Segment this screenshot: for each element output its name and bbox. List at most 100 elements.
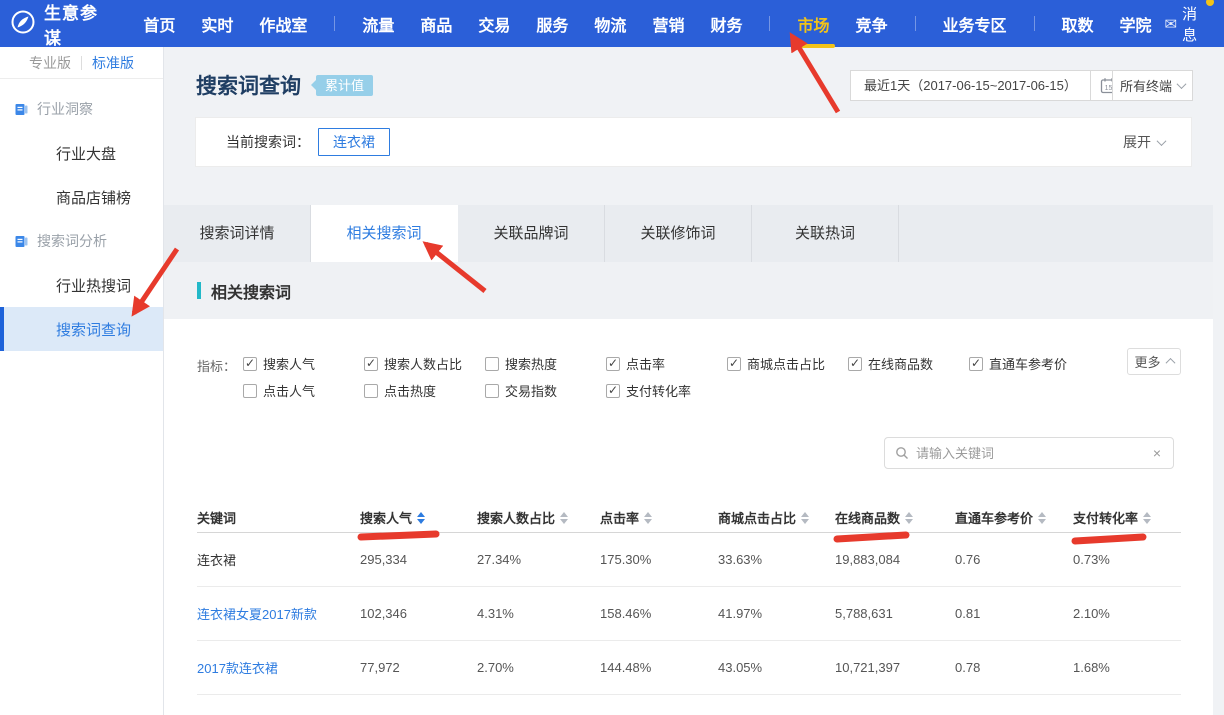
nav-item-service[interactable]: 服务 (536, 12, 568, 36)
tab-related-hot-words[interactable]: 关联热词 (752, 205, 899, 262)
keyword-cell: 连衣裙 (197, 550, 360, 569)
sidebar-item-industry-overview[interactable]: 行业大盘 (0, 131, 163, 175)
sidebar-item-product-shop-ranking[interactable]: 商品店铺榜 (0, 175, 163, 219)
column-label: 搜索人数占比 (477, 508, 555, 527)
nav-item-products[interactable]: 商品 (420, 12, 452, 36)
nav-item-marketing[interactable]: 营销 (652, 12, 684, 36)
table-row: 2017款连衣裙 77,972 2.70% 144.48% 43.05% 10,… (197, 641, 1181, 695)
tab-search-word-detail[interactable]: 搜索词详情 (164, 205, 311, 262)
tab-related-brand-words[interactable]: 关联品牌词 (458, 205, 605, 262)
metric-checkbox-search-heat[interactable]: 搜索热度 (485, 354, 606, 373)
checkbox-label: 商城点击占比 (747, 354, 825, 373)
active-nav-underline (791, 44, 835, 48)
more-button[interactable]: 更多 (1127, 348, 1181, 375)
sidebar-item-search-word-query[interactable]: 搜索词查询 (0, 307, 163, 351)
nav-item-business-zone[interactable]: 业务专区 (943, 12, 1007, 36)
compass-logo-icon (10, 9, 36, 38)
tab-related-search-words[interactable]: 相关搜索词 (311, 205, 458, 262)
sort-icon[interactable] (1038, 512, 1046, 524)
message-button[interactable]: ✉ 消息 (1165, 3, 1206, 45)
checkbox-label: 搜索热度 (505, 354, 557, 373)
metric-checkbox-ztc-reference-price[interactable]: 直通车参考价 (969, 354, 1090, 373)
nav-item-competition[interactable]: 竞争 (855, 12, 887, 36)
nav-item-war-room[interactable]: 作战室 (259, 12, 307, 36)
nav-item-realtime[interactable]: 实时 (201, 12, 233, 36)
envelope-icon: ✉ (1165, 15, 1178, 33)
sort-icon[interactable] (644, 512, 652, 524)
nav-item-market[interactable]: 市场 (797, 12, 829, 36)
expand-toggle[interactable]: 展开 (1123, 132, 1165, 152)
cell-mall-click-ratio: 41.97% (718, 606, 835, 621)
terminal-filter-dropdown[interactable]: 所有终端 (1112, 70, 1193, 101)
nav-item-home[interactable]: 首页 (143, 12, 175, 36)
nav-item-trade[interactable]: 交易 (478, 12, 510, 36)
column-click-rate: 点击率 (600, 508, 718, 527)
nav-item-logistics[interactable]: 物流 (594, 12, 626, 36)
cell-click-rate: 158.46% (600, 606, 718, 621)
expand-label: 展开 (1123, 132, 1151, 152)
column-label: 在线商品数 (835, 508, 900, 527)
checkbox-icon (485, 357, 499, 371)
sort-icon[interactable] (801, 512, 809, 524)
metric-checkbox-click-popularity[interactable]: 点击人气 (243, 381, 364, 400)
column-label: 关键词 (197, 508, 236, 527)
metric-checkbox-payment-conversion[interactable]: 支付转化率 (606, 381, 727, 400)
keyword-cell[interactable]: 2017款连衣裙 (197, 658, 360, 677)
checkbox-icon (848, 357, 862, 371)
cell-search-popularity: 102,346 (360, 606, 477, 621)
metric-checkbox-click-heat[interactable]: 点击热度 (364, 381, 485, 400)
cell-ztc-reference-price: 0.76 (955, 552, 1073, 567)
sort-icon[interactable] (417, 512, 425, 524)
column-label: 直通车参考价 (955, 508, 1033, 527)
cell-ztc-reference-price: 0.78 (955, 660, 1073, 675)
tab-related-modifier-words[interactable]: 关联修饰词 (605, 205, 752, 262)
sort-icon[interactable] (905, 512, 913, 524)
sort-icon[interactable] (1143, 512, 1151, 524)
keyword-search-input[interactable] (916, 446, 1151, 461)
sidebar-item-industry-hot-search[interactable]: 行业热搜词 (0, 263, 163, 307)
keyword-cell[interactable]: 连衣裙女夏2017新款 (197, 604, 360, 623)
nav-item-finance[interactable]: 财务 (710, 12, 742, 36)
metric-checkbox-click-rate[interactable]: 点击率 (606, 354, 727, 373)
clear-icon[interactable]: × (1151, 445, 1163, 461)
checkbox-label: 交易指数 (505, 381, 557, 400)
checkbox-icon (364, 384, 378, 398)
cell-ztc-reference-price: 0.81 (955, 606, 1073, 621)
metric-checkbox-transaction-index[interactable]: 交易指数 (485, 381, 606, 400)
metric-checkbox-search-user-ratio[interactable]: 搜索人数占比 (364, 354, 485, 373)
brand[interactable]: 生意参谋 (10, 0, 102, 49)
column-label: 点击率 (600, 508, 639, 527)
metric-checkbox-search-popularity[interactable]: 搜索人气 (243, 354, 364, 373)
checkbox-label: 搜索人气 (263, 354, 315, 373)
cumulative-value-badge: 累计值 (316, 75, 373, 96)
cell-online-products: 19,883,084 (835, 552, 955, 567)
cell-search-user-ratio: 2.70% (477, 660, 600, 675)
column-search-popularity: 搜索人气 (360, 508, 477, 527)
nav-item-traffic[interactable]: 流量 (362, 12, 394, 36)
sort-icon[interactable] (560, 512, 568, 524)
cell-click-rate: 144.48% (600, 660, 718, 675)
brand-name: 生意参谋 (44, 0, 102, 49)
more-button-label: 更多 (1134, 352, 1160, 371)
search-icon (895, 446, 909, 460)
nav-item-data-fetch[interactable]: 取数 (1062, 12, 1094, 36)
nav-divider (769, 16, 770, 31)
date-range-picker[interactable]: 最近1天（2017-06-15~2017-06-15） 15 (850, 70, 1127, 101)
metric-checkbox-online-products[interactable]: 在线商品数 (848, 354, 969, 373)
checkbox-icon (364, 357, 378, 371)
checkbox-icon (969, 357, 983, 371)
search-term-tag[interactable]: 连衣裙 (318, 128, 390, 156)
chevron-down-icon (1157, 136, 1167, 146)
metric-checkbox-mall-click-ratio[interactable]: 商城点击占比 (727, 354, 848, 373)
version-tabs: 专业版 标准版 (0, 47, 163, 79)
version-tab-pro[interactable]: 专业版 (29, 53, 71, 73)
content-tabs: 搜索词详情 相关搜索词 关联品牌词 关联修饰词 关联热词 (164, 205, 1213, 262)
cell-click-rate: 175.30% (600, 552, 718, 567)
column-payment-conversion: 支付转化率 (1073, 508, 1181, 527)
nav-item-academy[interactable]: 学院 (1120, 12, 1152, 36)
version-tab-standard[interactable]: 标准版 (92, 53, 134, 73)
table-row: 连衣裙女夏2017新款 102,346 4.31% 158.46% 41.97%… (197, 587, 1181, 641)
section-accent-bar (197, 282, 201, 299)
related-search-table: 关键词 搜索人气 搜索人数占比 点击率 商城点击占比 在线商品数 直通车参考价 … (197, 503, 1181, 695)
date-range-text: 最近1天（2017-06-15~2017-06-15） (851, 71, 1090, 100)
